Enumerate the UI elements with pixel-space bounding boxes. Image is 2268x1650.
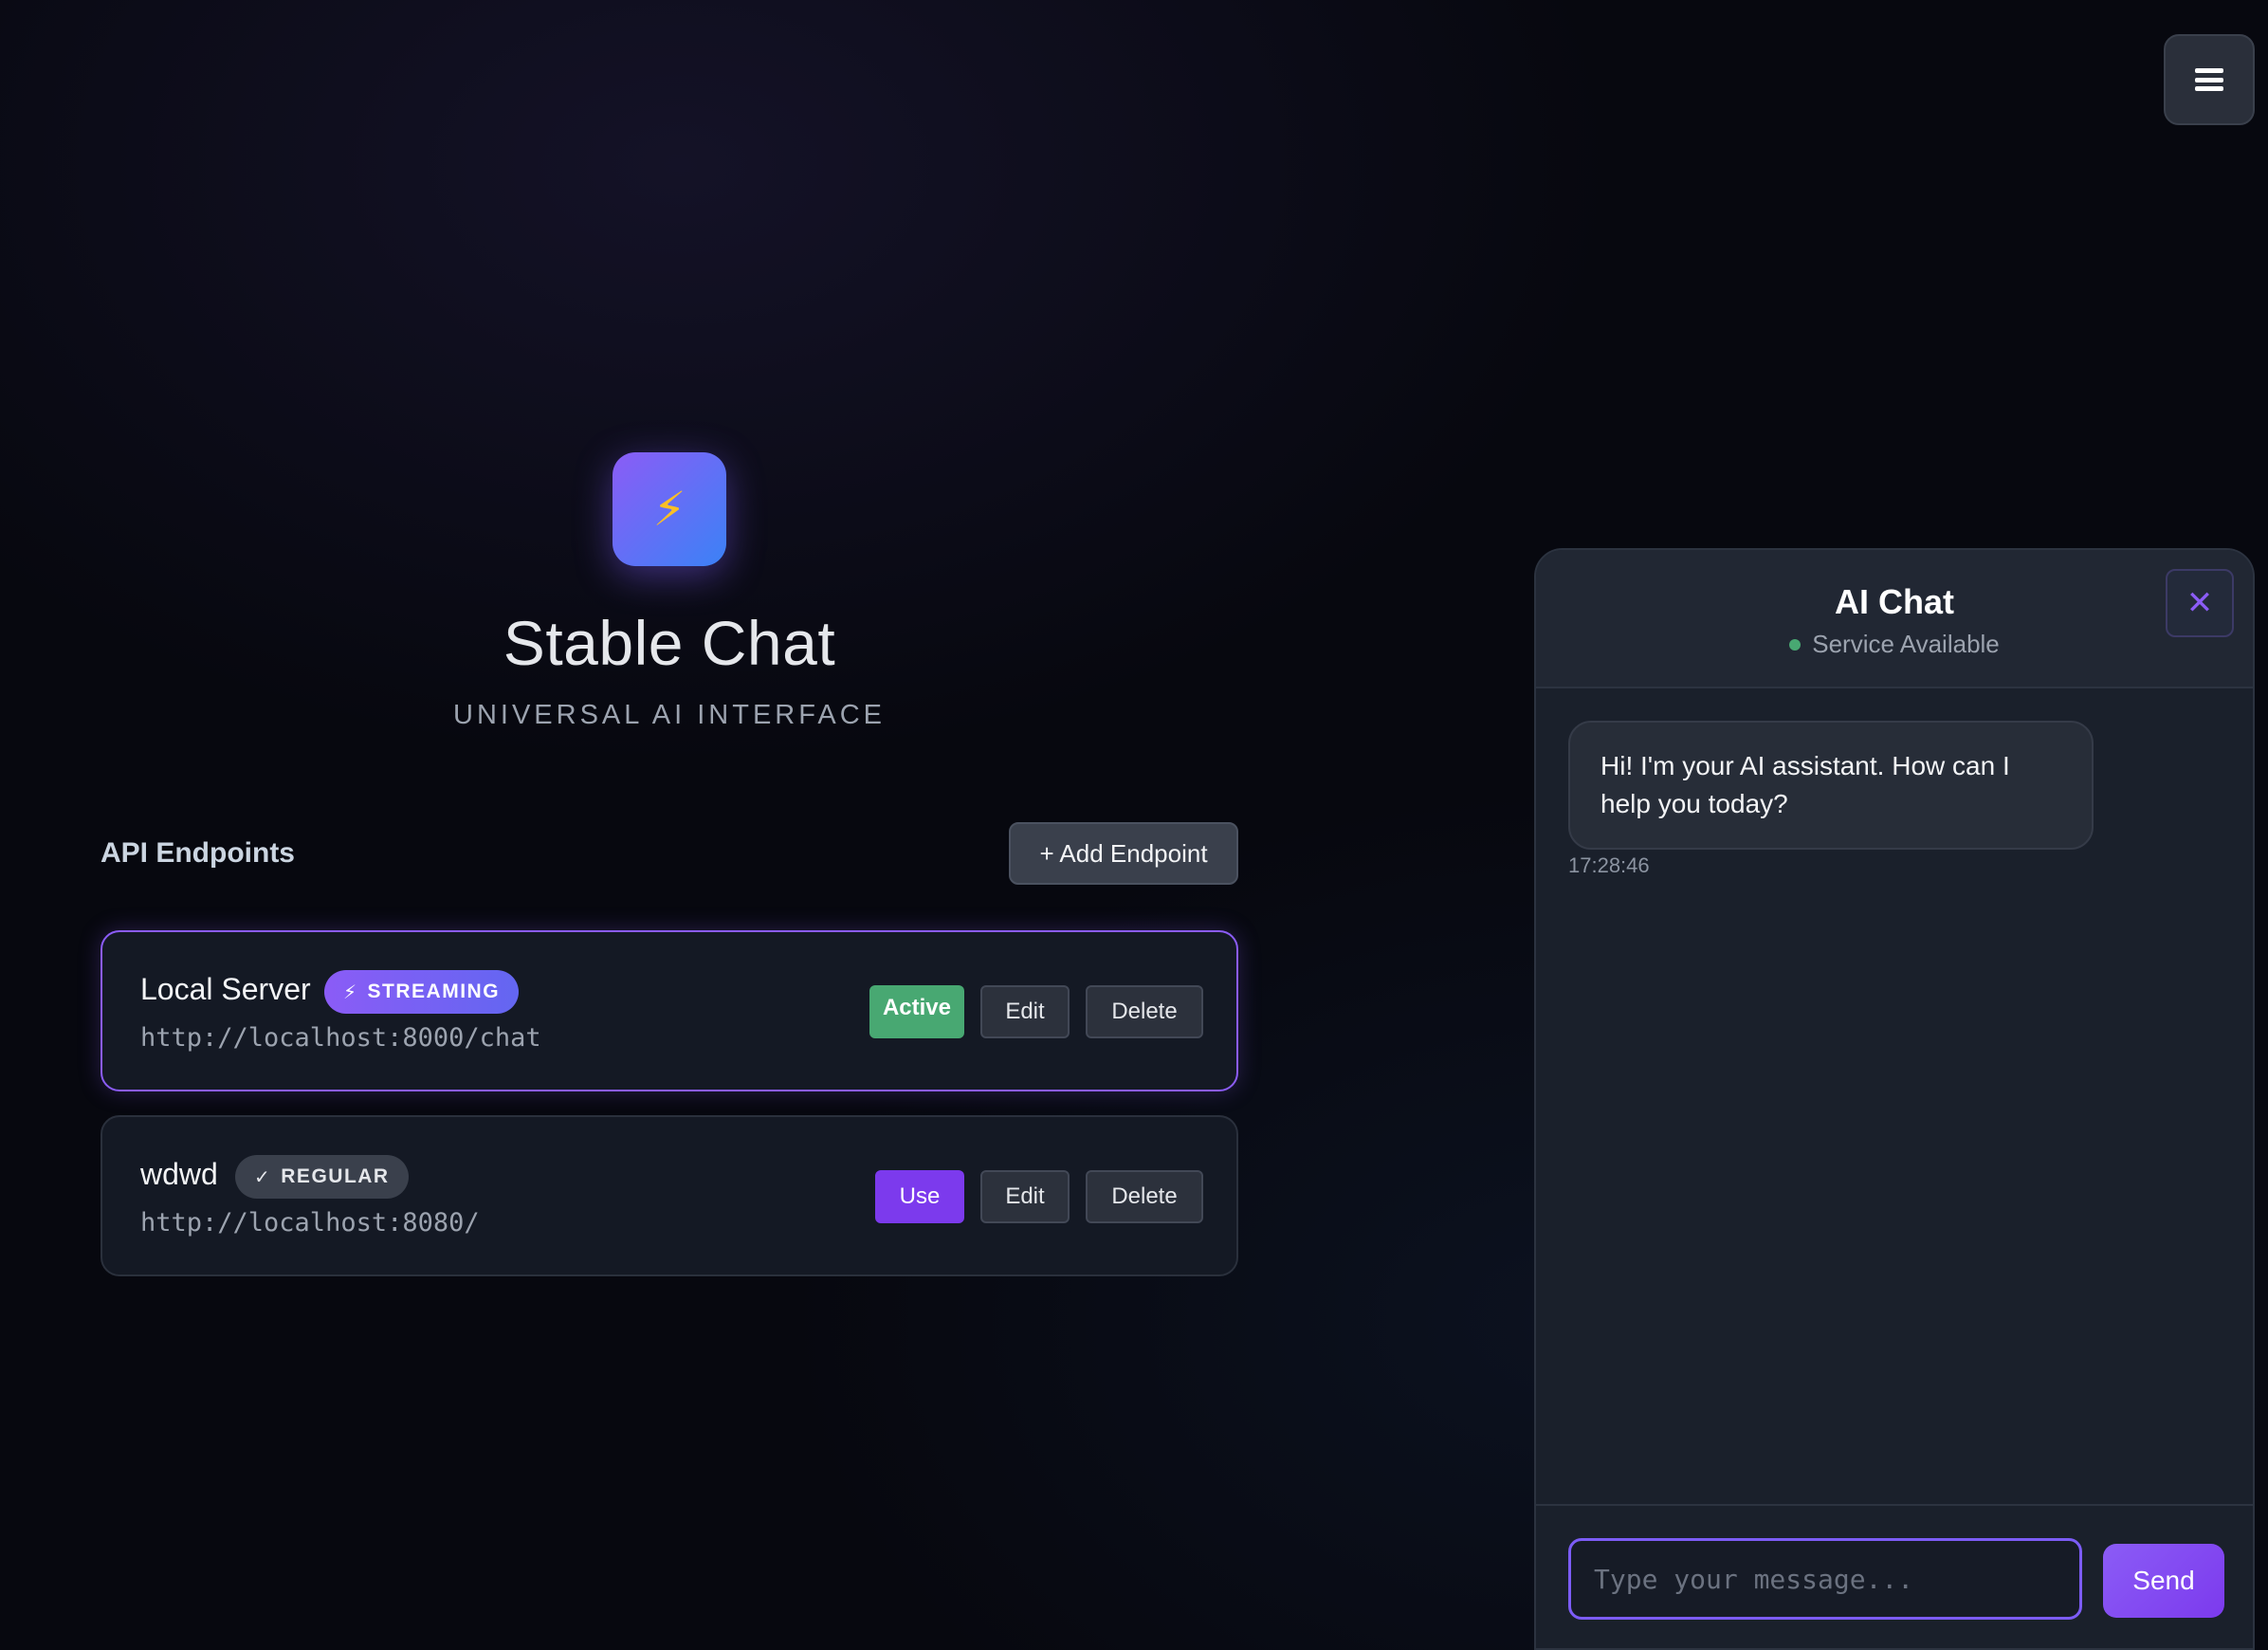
delete-button[interactable]: Delete (1086, 985, 1203, 1038)
chat-title: AI Chat (1835, 582, 1954, 621)
lightning-icon: ⚡ (613, 452, 726, 566)
use-button[interactable]: Use (875, 1170, 964, 1223)
add-endpoint-button[interactable]: + Add Endpoint (1009, 822, 1238, 885)
endpoint-name: Local Server (140, 972, 311, 1006)
endpoint-url: http://localhost:8080/ (140, 1208, 480, 1238)
chat-panel: AI Chat Service Available ✕ Hi! I'm your… (1534, 548, 2255, 1650)
regular-badge: ✓ REGULAR (235, 1155, 409, 1199)
chat-header: AI Chat Service Available ✕ (1536, 550, 2253, 688)
check-icon: ✓ (254, 1166, 272, 1188)
hamburger-icon (2195, 68, 2223, 91)
chat-footer: Send (1536, 1504, 2253, 1648)
message-timestamp: 17:28:46 (1568, 853, 1650, 877)
badge-label: REGULAR (281, 1165, 390, 1187)
badge-label: STREAMING (367, 981, 501, 1002)
message-input[interactable] (1568, 1538, 2082, 1620)
service-status: Service Available (1536, 630, 2253, 659)
assistant-message: Hi! I'm your AI assistant. How can I hel… (1568, 721, 2094, 850)
active-status-badge: Active (869, 985, 964, 1038)
delete-button[interactable]: Delete (1086, 1170, 1203, 1223)
endpoint-url: http://localhost:8000/chat (140, 1023, 541, 1053)
edit-button[interactable]: Edit (980, 1170, 1070, 1223)
streaming-badge: ⚡ STREAMING (324, 970, 520, 1014)
close-icon: ✕ (2186, 585, 2214, 621)
lightning-icon: ⚡ (343, 981, 358, 1003)
edit-button[interactable]: Edit (980, 985, 1070, 1038)
endpoint-name: wdwd (140, 1157, 218, 1191)
close-chat-button[interactable]: ✕ (2166, 569, 2234, 637)
status-text: Service Available (1812, 630, 2000, 658)
status-dot-icon (1789, 638, 1802, 651)
send-button[interactable]: Send (2103, 1544, 2224, 1618)
endpoint-card[interactable]: wdwd ✓ REGULAR http://localhost:8080/ Us… (101, 1115, 1238, 1276)
endpoints-heading: API Endpoints (101, 837, 295, 869)
page-subtitle: UNIVERSAL AI INTERFACE (453, 700, 886, 730)
page-title: Stable Chat (503, 608, 836, 678)
menu-button[interactable] (2164, 34, 2255, 125)
endpoint-card[interactable]: Local Server ⚡ STREAMING http://localhos… (101, 930, 1238, 1091)
